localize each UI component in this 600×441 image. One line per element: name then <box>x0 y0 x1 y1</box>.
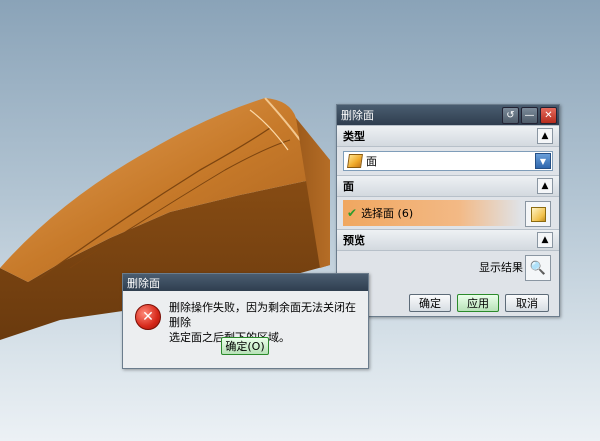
collapse-chevron-up-icon[interactable]: ▲ <box>537 128 553 144</box>
section-face-label: 面 <box>343 180 354 193</box>
show-result-label: 显示结果 <box>479 261 523 274</box>
ok-button[interactable]: 确定 <box>409 294 451 312</box>
chevron-down-icon[interactable]: ▼ <box>535 153 551 169</box>
face-cube-icon <box>530 206 546 222</box>
section-face-header[interactable]: 面 ▲ <box>337 175 559 197</box>
section-type-header[interactable]: 类型 ▲ <box>337 125 559 147</box>
apply-button[interactable]: 应用 <box>457 294 499 312</box>
face-cube-icon <box>347 154 363 168</box>
delete-face-dialog: 删除面 ↺ — ✕ 类型 ▲ 面 ▼ 面 ▲ ✔ 选择面 (6) 预览 ▲ 显示… <box>336 104 560 317</box>
type-dropdown[interactable]: 面 ▼ <box>343 151 553 171</box>
close-icon[interactable]: ✕ <box>540 107 557 124</box>
collapse-chevron-up-icon[interactable]: ▲ <box>537 178 553 194</box>
section-preview-header[interactable]: 预览 ▲ <box>337 229 559 251</box>
select-face-label: 选择面 (6) <box>361 207 414 220</box>
minimize-icon[interactable]: — <box>521 107 538 124</box>
cancel-button[interactable]: 取消 <box>505 294 549 312</box>
collapse-chevron-up-icon[interactable]: ▲ <box>537 232 553 248</box>
error-message-line1: 删除操作失败，因为剩余面无法关闭在删除 <box>169 301 356 329</box>
error-icon: ✕ <box>135 304 161 330</box>
section-preview-label: 预览 <box>343 234 365 247</box>
show-result-button[interactable]: 🔍 <box>525 255 551 281</box>
magnifier-icon: 🔍 <box>529 260 547 276</box>
section-type-label: 类型 <box>343 130 365 143</box>
error-titlebar[interactable]: 删除面 <box>123 274 368 291</box>
error-ok-button[interactable]: 确定(O) <box>221 337 269 355</box>
check-icon: ✔ <box>347 206 358 220</box>
reset-icon[interactable]: ↺ <box>502 107 519 124</box>
select-face-row[interactable]: ✔ 选择面 (6) <box>343 200 553 227</box>
dialog-titlebar[interactable]: 删除面 ↺ — ✕ <box>337 105 559 125</box>
error-dialog: 删除面 ✕ 删除操作失败，因为剩余面无法关闭在删除 选定面之后剩下的区域。 确定… <box>122 273 369 369</box>
type-dropdown-value: 面 <box>366 155 377 168</box>
dialog-title: 删除面 <box>341 109 374 122</box>
error-title: 删除面 <box>127 276 160 290</box>
select-face-button[interactable] <box>525 201 551 227</box>
